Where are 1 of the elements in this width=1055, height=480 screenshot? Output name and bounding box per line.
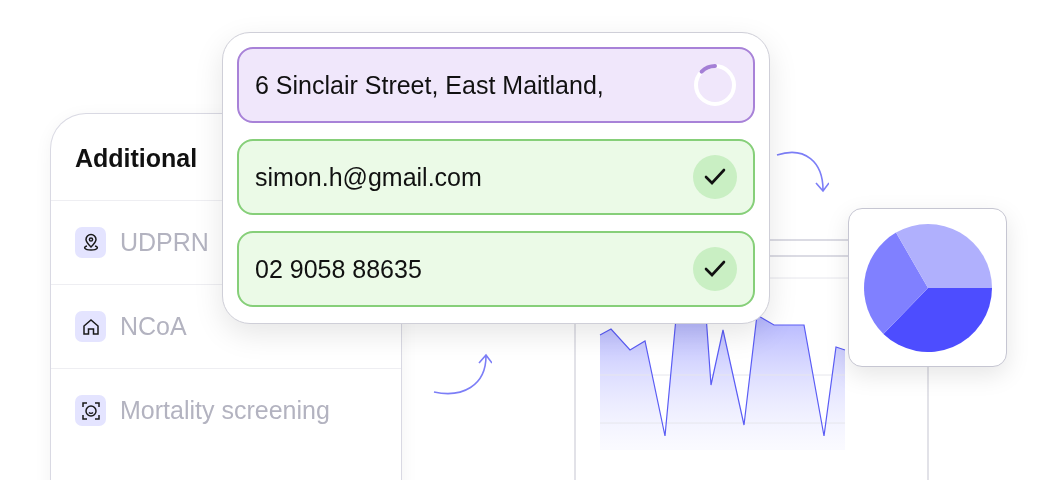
card-title: Additional — [75, 144, 198, 174]
